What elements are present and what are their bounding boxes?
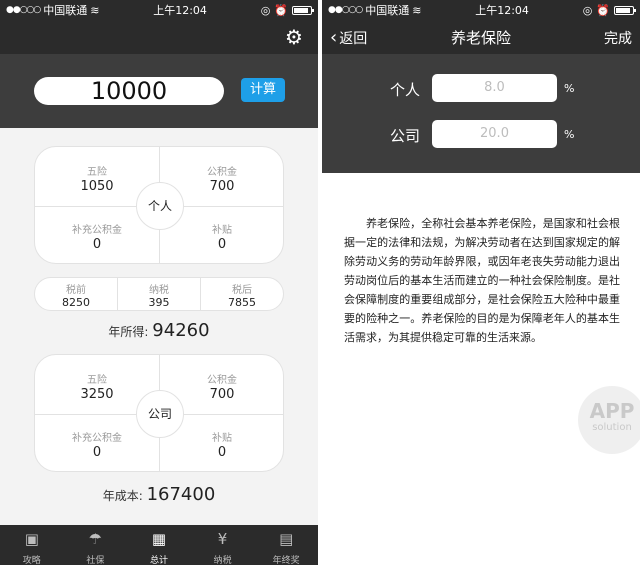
company-rate-row: 公司 20.0 %: [322, 120, 640, 150]
cell-value: 0: [92, 237, 102, 252]
cell-label: 纳税: [149, 285, 169, 296]
amount-input[interactable]: 10000: [34, 77, 224, 105]
personal-allowance[interactable]: 补贴 0: [160, 221, 284, 252]
signal-icon: ●●○○○: [6, 5, 41, 15]
cell-label: 税前: [66, 285, 86, 296]
tab-social-security[interactable]: ☂ 社保: [64, 525, 128, 565]
tab-guide[interactable]: ▣ 攻略: [0, 525, 64, 565]
umbrella-icon: ☂: [88, 530, 103, 548]
alarm-icon: ⏰: [596, 3, 610, 17]
cell-label: 补充公积金: [72, 225, 122, 236]
status-left: ●●○○○ 中国联通 ≋: [6, 2, 99, 18]
carrier-label: 中国联通: [43, 4, 88, 17]
nav-bar: ‹ 返回 养老保险 完成: [322, 20, 640, 54]
cell-label: 补贴: [212, 225, 232, 236]
status-bar: ●●○○○ 中国联通 ≋ 上午12:04 ◎ ⏰: [322, 0, 640, 20]
cell-label: 补充公积金: [72, 433, 122, 444]
tab-label: 总计: [149, 556, 168, 565]
battery-icon: [292, 5, 314, 15]
annual-cost: 年成本: 167400: [0, 484, 318, 505]
done-button[interactable]: 完成: [604, 28, 632, 48]
percent-unit: %: [564, 82, 575, 95]
rate-form: 个人 8.0 % 公司 20.0 %: [322, 54, 640, 173]
cell-label: 五险: [87, 167, 107, 178]
time-label: 上午12:04: [153, 4, 207, 17]
signal-icon: ●●○○○: [328, 5, 363, 15]
tab-label: 纳税: [213, 556, 232, 565]
tab-tax[interactable]: ¥ 纳税: [191, 525, 255, 565]
cell-value: 0: [217, 445, 227, 460]
annual-cost-value: 167400: [146, 484, 216, 505]
cell-value: 0: [92, 445, 102, 460]
lock-rotation-icon: ◎: [260, 3, 271, 17]
personal-rate-label: 个人: [390, 81, 421, 99]
personal-rate-row: 个人 8.0 %: [322, 74, 640, 104]
cell-label: 公积金: [207, 375, 237, 386]
left-screen: ●●○○○ 中国联通 ≋ 上午12:04 ◎ ⏰ ⚙ 10000 计算 五险 1…: [0, 0, 318, 565]
status-left: ●●○○○ 中国联通 ≋: [328, 2, 421, 18]
annual-income-label: 年所得:: [108, 325, 149, 339]
pre-tax-cell: 税前 8250: [35, 278, 118, 310]
tax-summary-row: 税前 8250 纳税 395 税后 7855: [34, 277, 284, 311]
lock-rotation-icon: ◎: [582, 3, 593, 17]
grid-icon: ▦: [151, 530, 167, 548]
amount-input-area: 10000 计算: [0, 54, 318, 128]
tab-label: 年终奖: [272, 556, 300, 565]
cell-value: 0: [217, 237, 227, 252]
yen-icon: ¥: [217, 530, 228, 548]
percent-unit: %: [564, 128, 575, 141]
status-right: ◎ ⏰: [260, 3, 314, 17]
wifi-icon: ≋: [90, 3, 100, 17]
tab-year-end-bonus[interactable]: ▤ 年终奖: [254, 525, 318, 565]
page-title: 养老保险: [450, 29, 511, 47]
calendar-icon: ▤: [279, 530, 294, 548]
status-right: ◎ ⏰: [582, 3, 636, 17]
calculate-button[interactable]: 计算: [241, 78, 285, 102]
time-label: 上午12:04: [475, 4, 529, 17]
personal-card: 五险 1050 公积金 700 补充公积金 0 补贴 0 个人: [34, 146, 284, 264]
tax-cell: 纳税 395: [118, 278, 201, 310]
personal-five-insurances[interactable]: 五险 1050: [35, 163, 159, 194]
cell-value: 7855: [228, 296, 256, 309]
app-solution-watermark: APP solution: [578, 386, 640, 454]
tab-label: 社保: [86, 556, 105, 565]
cell-label: 五险: [87, 375, 107, 386]
alarm-icon: ⏰: [274, 3, 288, 17]
tab-label: 攻略: [22, 556, 41, 565]
company-supplementary-fund[interactable]: 补充公积金 0: [35, 429, 159, 460]
wifi-icon: ≋: [412, 3, 422, 17]
tab-total[interactable]: ▦ 总计: [127, 525, 191, 565]
company-rate-label: 公司: [390, 127, 421, 145]
personal-center-label: 个人: [136, 182, 184, 230]
carrier-label: 中国联通: [365, 4, 410, 17]
personal-rate-input[interactable]: 8.0: [432, 74, 557, 102]
tab-bar: ▣ 攻略 ☂ 社保 ▦ 总计 ¥ 纳税 ▤ 年终奖: [0, 525, 318, 565]
battery-icon: [614, 5, 636, 15]
company-housing-fund[interactable]: 公积金 700: [160, 371, 284, 402]
gear-icon[interactable]: ⚙: [284, 27, 304, 47]
description-text: 养老保险，全称社会基本养老保险，是国家和社会根据一定的法律和法规，为解决劳动者在…: [344, 217, 620, 344]
cell-label: 公积金: [207, 167, 237, 178]
after-tax-cell: 税后 7855: [201, 278, 283, 310]
cell-value: 8250: [62, 296, 90, 309]
company-allowance[interactable]: 补贴 0: [160, 429, 284, 460]
status-bar: ●●○○○ 中国联通 ≋ 上午12:04 ◎ ⏰: [0, 0, 318, 20]
right-screen: ●●○○○ 中国联通 ≋ 上午12:04 ◎ ⏰ ‹ 返回 养老保险 完成 个人 …: [322, 0, 640, 565]
company-center-label: 公司: [136, 390, 184, 438]
cell-label: 税后: [232, 285, 252, 296]
annual-income-value: 94260: [152, 320, 210, 341]
personal-housing-fund[interactable]: 公积金 700: [160, 163, 284, 194]
watermark-bottom: solution: [592, 422, 632, 433]
personal-supplementary-fund[interactable]: 补充公积金 0: [35, 221, 159, 252]
cell-value: 395: [148, 296, 170, 309]
company-five-insurances[interactable]: 五险 3250: [35, 371, 159, 402]
company-rate-input[interactable]: 20.0: [432, 120, 557, 148]
company-card: 五险 3250 公积金 700 补充公积金 0 补贴 0 公司: [34, 354, 284, 472]
annual-income: 年所得: 94260: [0, 320, 318, 341]
top-bar: ⚙: [0, 20, 318, 54]
book-icon: ▣: [24, 530, 39, 548]
cell-label: 补贴: [212, 433, 232, 444]
annual-cost-label: 年成本:: [102, 489, 143, 503]
watermark-top: APP: [589, 399, 635, 423]
